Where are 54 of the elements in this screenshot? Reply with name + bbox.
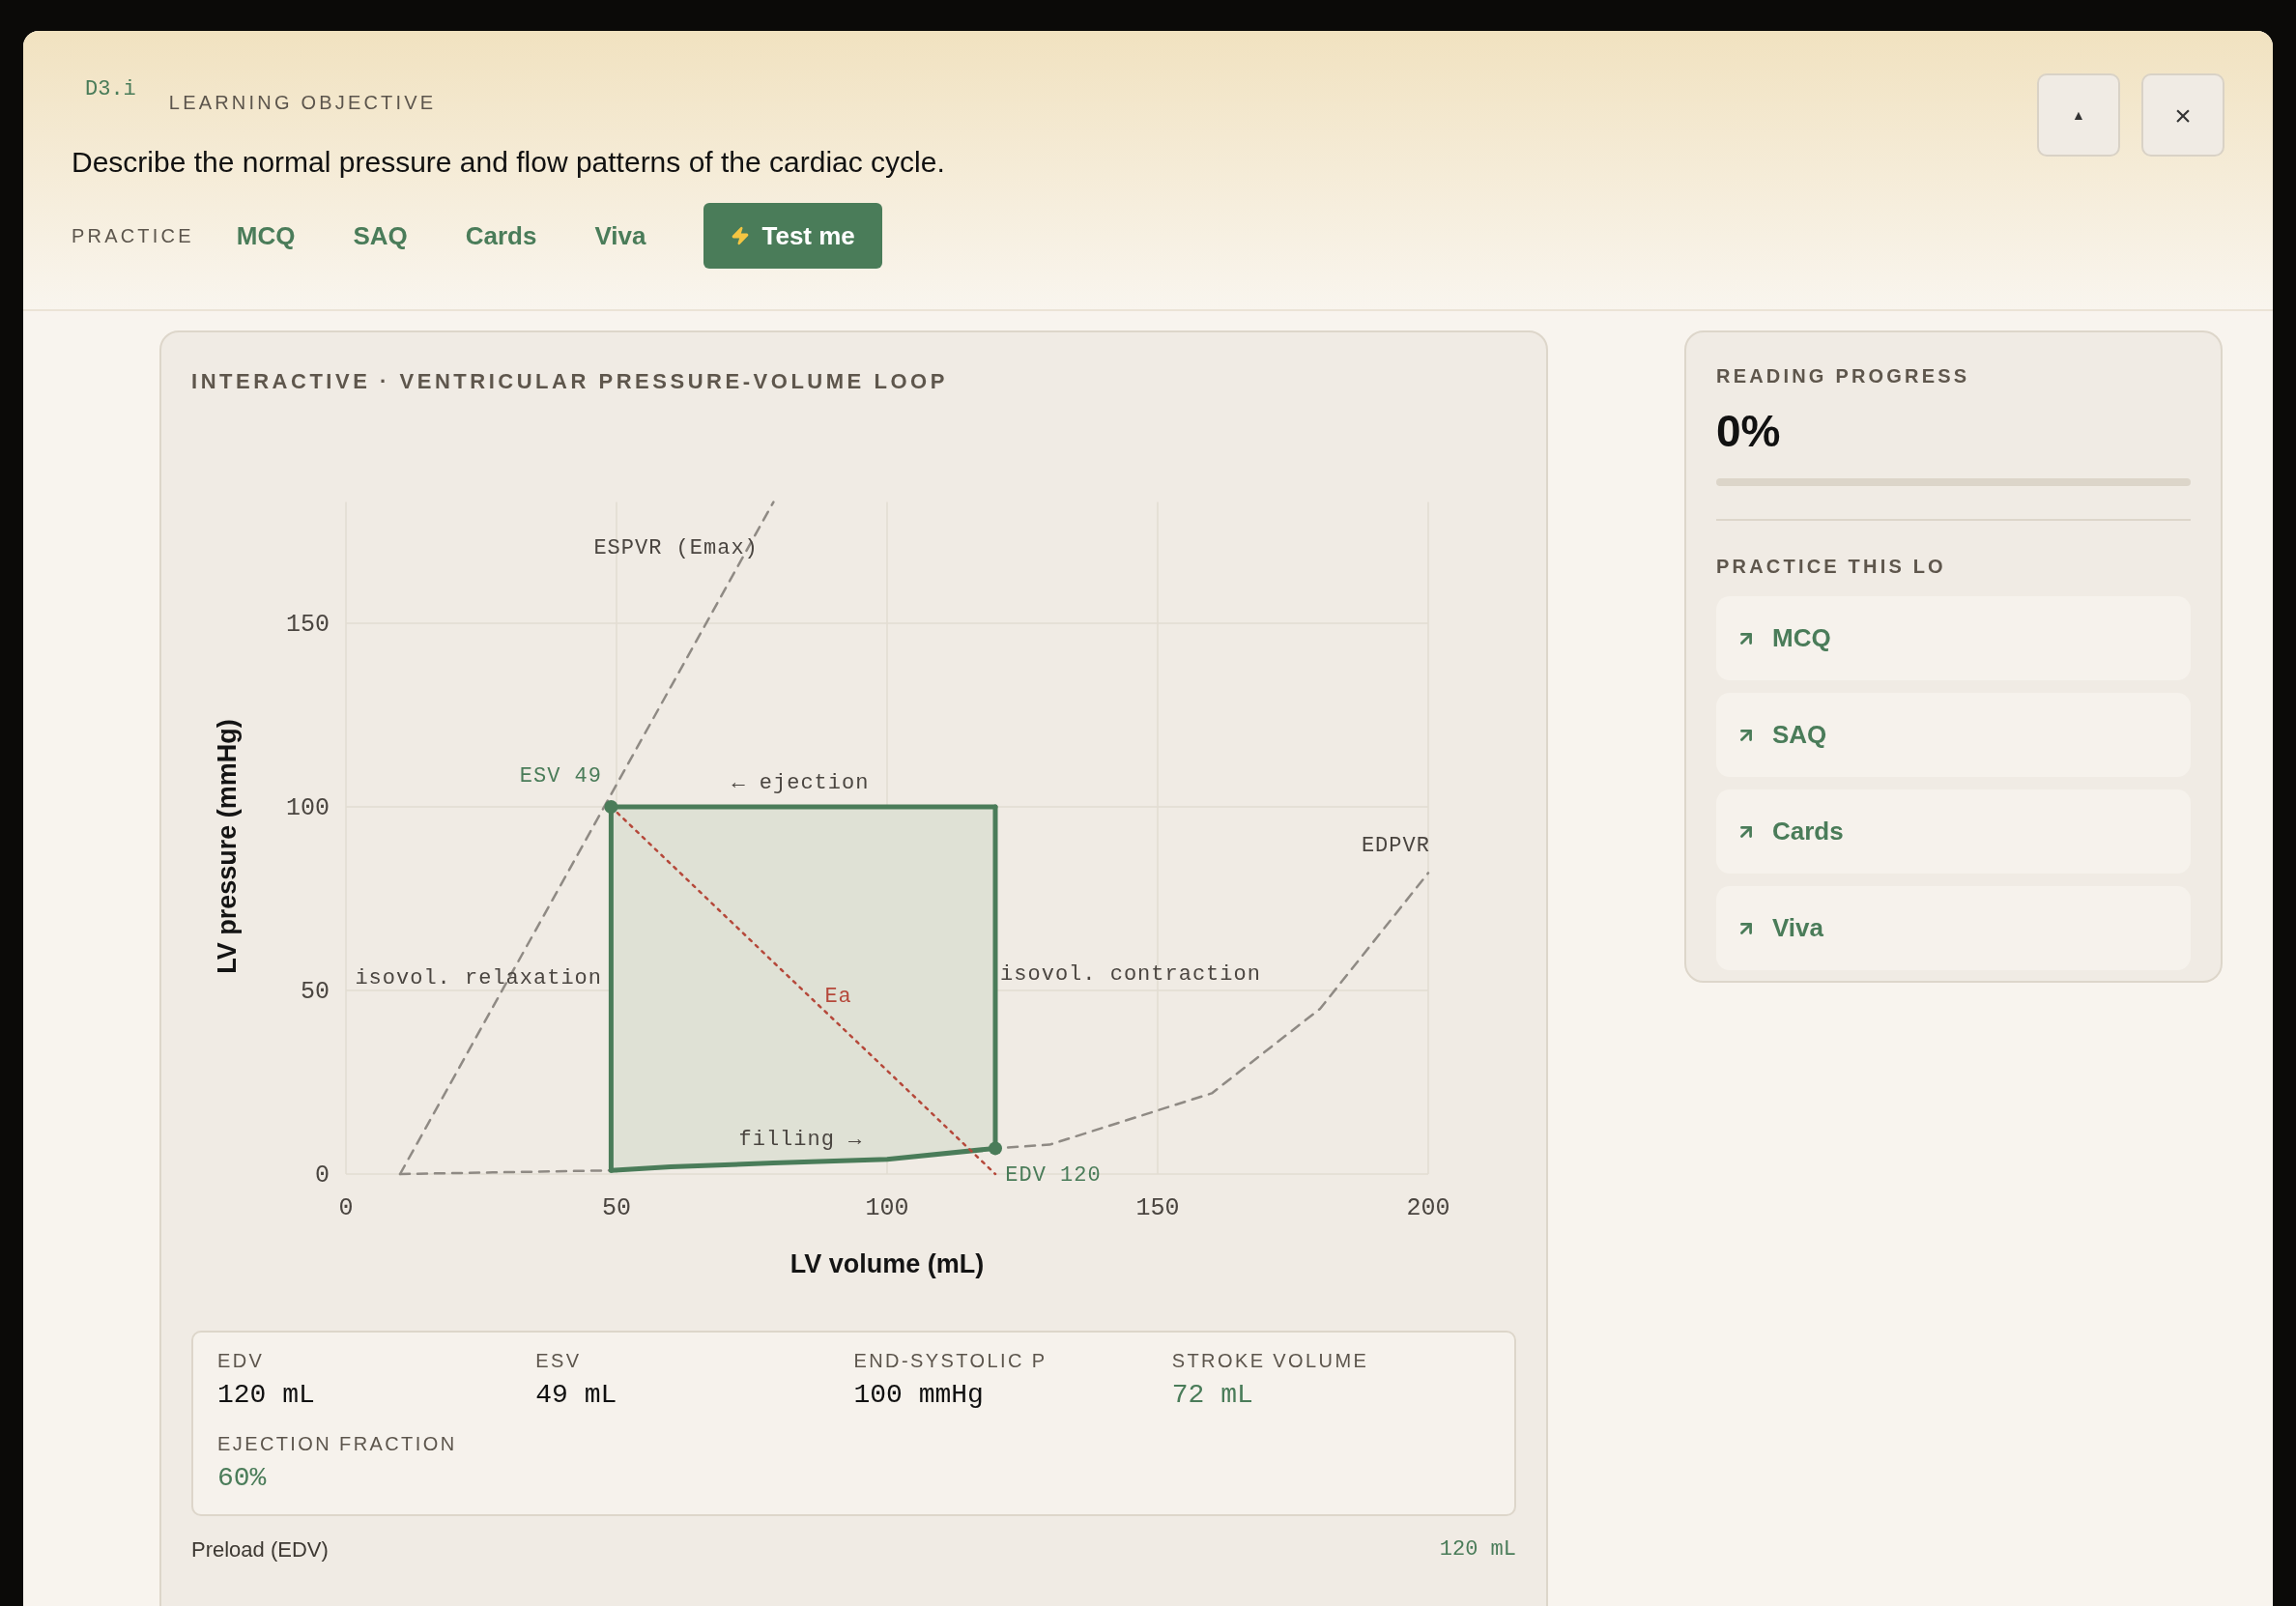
objective-title: Describe the normal pressure and flow patterns of the cardiac cycle. [72, 145, 945, 180]
practice-link[interactable]: Viva [594, 216, 646, 255]
series-label: EDPVR [1361, 834, 1430, 858]
stat-label: ESV [535, 1349, 583, 1373]
practice-label: PRACTICE [72, 224, 194, 248]
stat-label: EJECTION FRACTION [217, 1432, 458, 1456]
x-tick-label: 200 [1406, 1194, 1450, 1222]
y-tick-label: 100 [286, 794, 330, 822]
control-label: Preload (EDV) [191, 1536, 329, 1563]
close-button[interactable]: × [2141, 73, 2224, 157]
lightning-icon [731, 226, 751, 245]
practice-item[interactable]: Cards [1716, 789, 2191, 874]
card-title: INTERACTIVE · VENTRICULAR PRESSURE-VOLUME LOOP [191, 368, 949, 395]
control-reading: 120 mL [1439, 1536, 1516, 1563]
practice-item[interactable]: MCQ [1716, 596, 2191, 680]
test-me-button[interactable]: Test me [703, 203, 882, 269]
stat-value: 100 mmHg [853, 1379, 985, 1412]
point-label: EDV 120 [1005, 1163, 1102, 1189]
point-label: ESV 49 [519, 764, 602, 789]
x-tick-label: 100 [865, 1194, 909, 1222]
y-axis-title: LV pressure (mmHg) [213, 719, 242, 974]
stat-label: END-SYSTOLIC P [853, 1349, 1048, 1373]
stat-value: 60% [217, 1462, 268, 1495]
progress-title: READING PROGRESS [1716, 364, 1971, 388]
practice-item[interactable]: Viva [1716, 886, 2191, 970]
practice-title: PRACTICE THIS LO [1716, 555, 1947, 579]
progress-value: 0% [1716, 405, 1782, 458]
point-marker [989, 1141, 1002, 1156]
stat-value: 72 mL [1171, 1379, 1254, 1412]
x-tick-label: 50 [602, 1194, 631, 1222]
objective-eyebrow: LEARNING OBJECTIVE [168, 91, 437, 115]
phase-label: isovol. contraction [1000, 962, 1261, 987]
x-axis-title: LV volume (mL) [789, 1249, 985, 1278]
series-label: ESPVR (Emax) [593, 536, 759, 561]
series-label: Ea [824, 984, 852, 1009]
practice-link[interactable]: Cards [465, 216, 537, 255]
practice-item[interactable]: SAQ [1716, 693, 2191, 777]
point-marker [604, 800, 618, 814]
x-tick-label: 150 [1135, 1194, 1180, 1222]
practice-link[interactable]: SAQ [353, 216, 408, 255]
series-label: ← ejection [732, 771, 870, 796]
stat-value: 49 mL [535, 1379, 618, 1412]
stat-label: EDV [217, 1349, 266, 1373]
practice-link[interactable]: MCQ [236, 216, 296, 255]
y-tick-label: 150 [286, 611, 330, 639]
objective-code: D3.i [85, 76, 136, 103]
series-label: filling → [738, 1128, 863, 1152]
stat-value: 120 mL [217, 1379, 316, 1412]
x-tick-label: 0 [338, 1194, 354, 1222]
y-tick-label: 50 [301, 978, 330, 1006]
phase-label: isovol. relaxation [355, 965, 602, 990]
y-tick-label: 0 [315, 1161, 330, 1190]
stat-label: STROKE VOLUME [1171, 1349, 1370, 1373]
collapse-button[interactable]: ▲ [2037, 73, 2120, 157]
